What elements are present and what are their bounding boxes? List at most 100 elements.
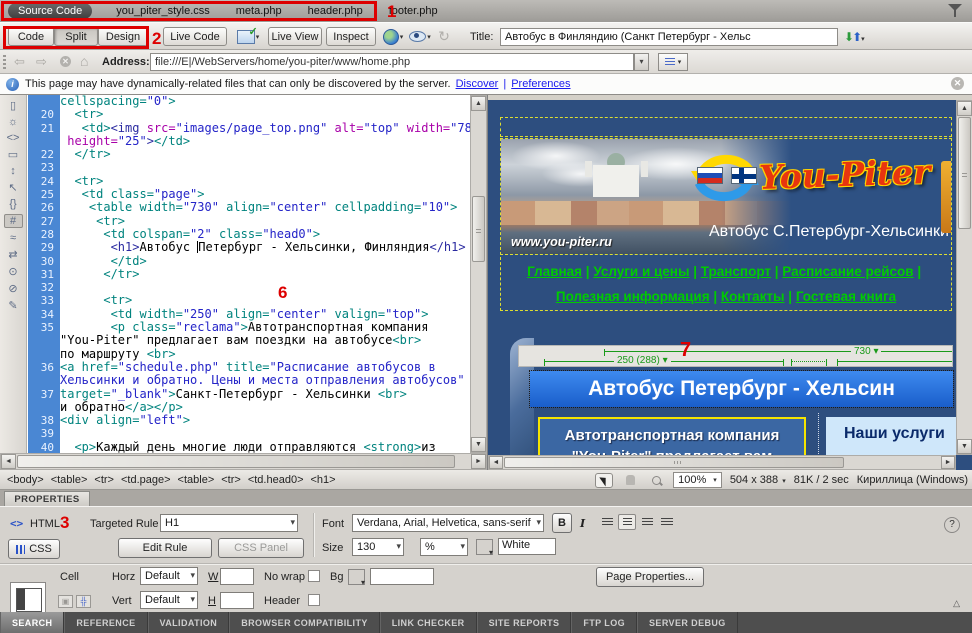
code-line[interactable]: <p>Каждый день многие люди отправляются … (60, 441, 470, 453)
results-tab-search[interactable]: SEARCH (0, 612, 64, 633)
tag-selector-item[interactable]: <body> (7, 474, 44, 486)
code-line[interactable]: <tr> (60, 108, 470, 121)
code-line[interactable]: height="25"></td> (60, 135, 470, 148)
edit-rule-button[interactable]: Edit Rule (118, 538, 212, 558)
bg-color-swatch[interactable] (348, 569, 365, 585)
tag-selector-item[interactable]: <tr> (94, 474, 114, 486)
preferences-link[interactable]: Preferences (511, 78, 570, 90)
align-left-icon[interactable] (598, 514, 616, 530)
tag-selector-item[interactable]: <table> (178, 474, 215, 486)
results-tab-link-checker[interactable]: LINK CHECKER (380, 612, 477, 633)
horz-dropdown[interactable]: Default (140, 567, 198, 585)
code-line[interactable]: <tr> (60, 215, 470, 228)
highlight-invalid-code-icon[interactable]: ≈ (4, 232, 23, 244)
code-line[interactable]: <td class="page"> (60, 188, 470, 201)
line-numbers-icon[interactable]: # (4, 214, 23, 228)
column-width-label[interactable]: 250 (288) ▾ (614, 355, 671, 366)
site-banner[interactable]: www.you-piter.ru You-Piter Автобус С.Пет… (500, 138, 952, 255)
align-right-icon[interactable] (638, 514, 656, 530)
code-line[interactable]: Хельсинки и обратно. Цены и места отправ… (60, 374, 470, 387)
check-browser-compatibility-icon[interactable]: ▾ (234, 28, 262, 45)
inspect-button[interactable]: Inspect (326, 27, 376, 46)
align-center-icon[interactable] (618, 514, 636, 530)
code-line[interactable]: </tr> (60, 268, 470, 281)
results-tab-browser-compatibility[interactable]: BROWSER COMPATIBILITY (229, 612, 380, 633)
address-dropdown-arrow[interactable]: ▾ (634, 53, 649, 71)
code-line[interactable]: cellspacing="0"> (60, 95, 470, 108)
align-justify-icon[interactable] (658, 514, 676, 530)
site-nav-link[interactable]: Полезная информация (556, 289, 710, 304)
window-size-dropdown[interactable]: 504 x 388 ▾ (730, 474, 786, 486)
live-code-button[interactable]: Live Code (163, 27, 227, 46)
text-color-swatch[interactable] (476, 539, 493, 555)
toolbar-grip[interactable] (3, 55, 6, 69)
remove-comment-icon[interactable]: ⊘ (4, 282, 23, 295)
code-line[interactable] (60, 281, 470, 294)
code-line[interactable]: <td colspan="2" class="head0"> (60, 228, 470, 241)
filter-funnel-icon[interactable] (948, 4, 962, 17)
apply-comment-icon[interactable]: ⊙ (4, 265, 23, 278)
collapse-selection-icon[interactable]: ▭ (4, 148, 23, 161)
code-line[interactable]: <div align="left"> (60, 414, 470, 427)
code-line[interactable]: <td><img src="images/page_top.png" alt="… (60, 122, 470, 135)
results-tab-reference[interactable]: REFERENCE (64, 612, 147, 633)
code-line[interactable]: <table width="730" align="center" cellpa… (60, 201, 470, 214)
italic-button[interactable]: I (580, 517, 585, 530)
code-line[interactable]: <tr> (60, 294, 470, 307)
code-editor[interactable]: cellspacing="0"> <tr> <td><img src="imag… (60, 95, 470, 453)
code-line[interactable]: <h1>Автобус Петербург - Хельсинки, Финля… (60, 241, 470, 254)
site-nav-link[interactable]: Услуги и цены (593, 264, 689, 279)
wrap-tag-icon[interactable]: ✎ (4, 299, 23, 312)
font-dropdown[interactable]: Verdana, Arial, Helvetica, sans-serif (352, 514, 544, 532)
tag-selector-item[interactable]: <h1> (311, 474, 336, 486)
code-line[interactable]: </td> (60, 255, 470, 268)
code-vertical-scrollbar[interactable]: ▲ ▼ (470, 95, 487, 453)
address-input[interactable]: file:///E|/WebServers/home/you-piter/www… (150, 53, 634, 71)
expand-all-icon[interactable]: ↕ (4, 165, 23, 177)
code-line[interactable]: по маршруту <br> (60, 348, 470, 361)
code-navigator-icon[interactable]: ☼ (4, 116, 23, 128)
tag-selector-item[interactable]: <table> (51, 474, 88, 486)
bg-color-input[interactable] (370, 568, 434, 585)
targeted-rule-dropdown[interactable]: H1 (160, 514, 298, 532)
syntax-error-alerts-icon[interactable]: ⇄ (4, 248, 23, 261)
close-infobar-icon[interactable]: ✕ (951, 77, 964, 90)
open-documents-icon[interactable]: ▯ (4, 99, 23, 112)
live-view-button[interactable]: Live View (268, 27, 322, 46)
results-tab-server-debug[interactable]: SERVER DEBUG (637, 612, 738, 633)
design-horizontal-scrollbar[interactable]: ◄ ► (488, 455, 956, 470)
site-nav-link[interactable]: Главная (527, 264, 582, 279)
title-input[interactable]: Автобус в Финляндию (Санкт Петербург - Х… (500, 28, 838, 46)
design-vertical-scrollbar[interactable]: ▲ ▼ (956, 100, 972, 455)
no-wrap-checkbox[interactable] (308, 570, 320, 582)
code-line[interactable]: "You-Piter" предлагает вам поездки на ав… (60, 334, 470, 347)
html-mode-button[interactable]: HTML (30, 518, 60, 530)
code-line[interactable] (60, 427, 470, 440)
site-nav-link[interactable]: Контакты (721, 289, 785, 304)
text-color-input[interactable]: White (498, 538, 556, 555)
results-tab-site-reports[interactable]: SITE REPORTS (477, 612, 572, 633)
design-view[interactable]: www.you-piter.ru You-Piter Автобус С.Пет… (487, 95, 972, 470)
bold-button[interactable]: B (552, 513, 572, 533)
h-input[interactable] (220, 592, 254, 609)
css-mode-button[interactable]: CSS (8, 539, 60, 559)
results-tab-ftp-log[interactable]: FTP LOG (571, 612, 637, 633)
unit-dropdown[interactable]: % (420, 538, 468, 556)
code-horizontal-scrollbar[interactable]: ◄ ► (0, 453, 487, 470)
balance-braces-icon[interactable]: {} (4, 198, 23, 210)
code-line[interactable]: </tr> (60, 148, 470, 161)
right-content-cell[interactable]: Наши услуги (826, 417, 966, 455)
visual-aids-icon[interactable]: ▾ (408, 28, 432, 45)
select-parent-tag-icon[interactable]: ↖ (4, 181, 23, 194)
code-line[interactable]: <tr> (60, 175, 470, 188)
size-dropdown[interactable]: 130 (352, 538, 404, 556)
site-nav-link[interactable]: Транспорт (701, 264, 771, 279)
page-heading-cell[interactable]: Автобус Петербург - Хельсин (530, 371, 953, 407)
view-options-icon[interactable]: ▾ (658, 53, 688, 71)
code-line[interactable] (60, 161, 470, 174)
vert-dropdown[interactable]: Default (140, 591, 198, 609)
hand-tool-icon[interactable] (621, 473, 639, 488)
collapse-full-tag-icon[interactable]: <> (4, 132, 23, 144)
tag-selector-item[interactable]: <td.head0> (248, 474, 304, 486)
table-width-label[interactable]: 730 ▾ (851, 346, 881, 357)
